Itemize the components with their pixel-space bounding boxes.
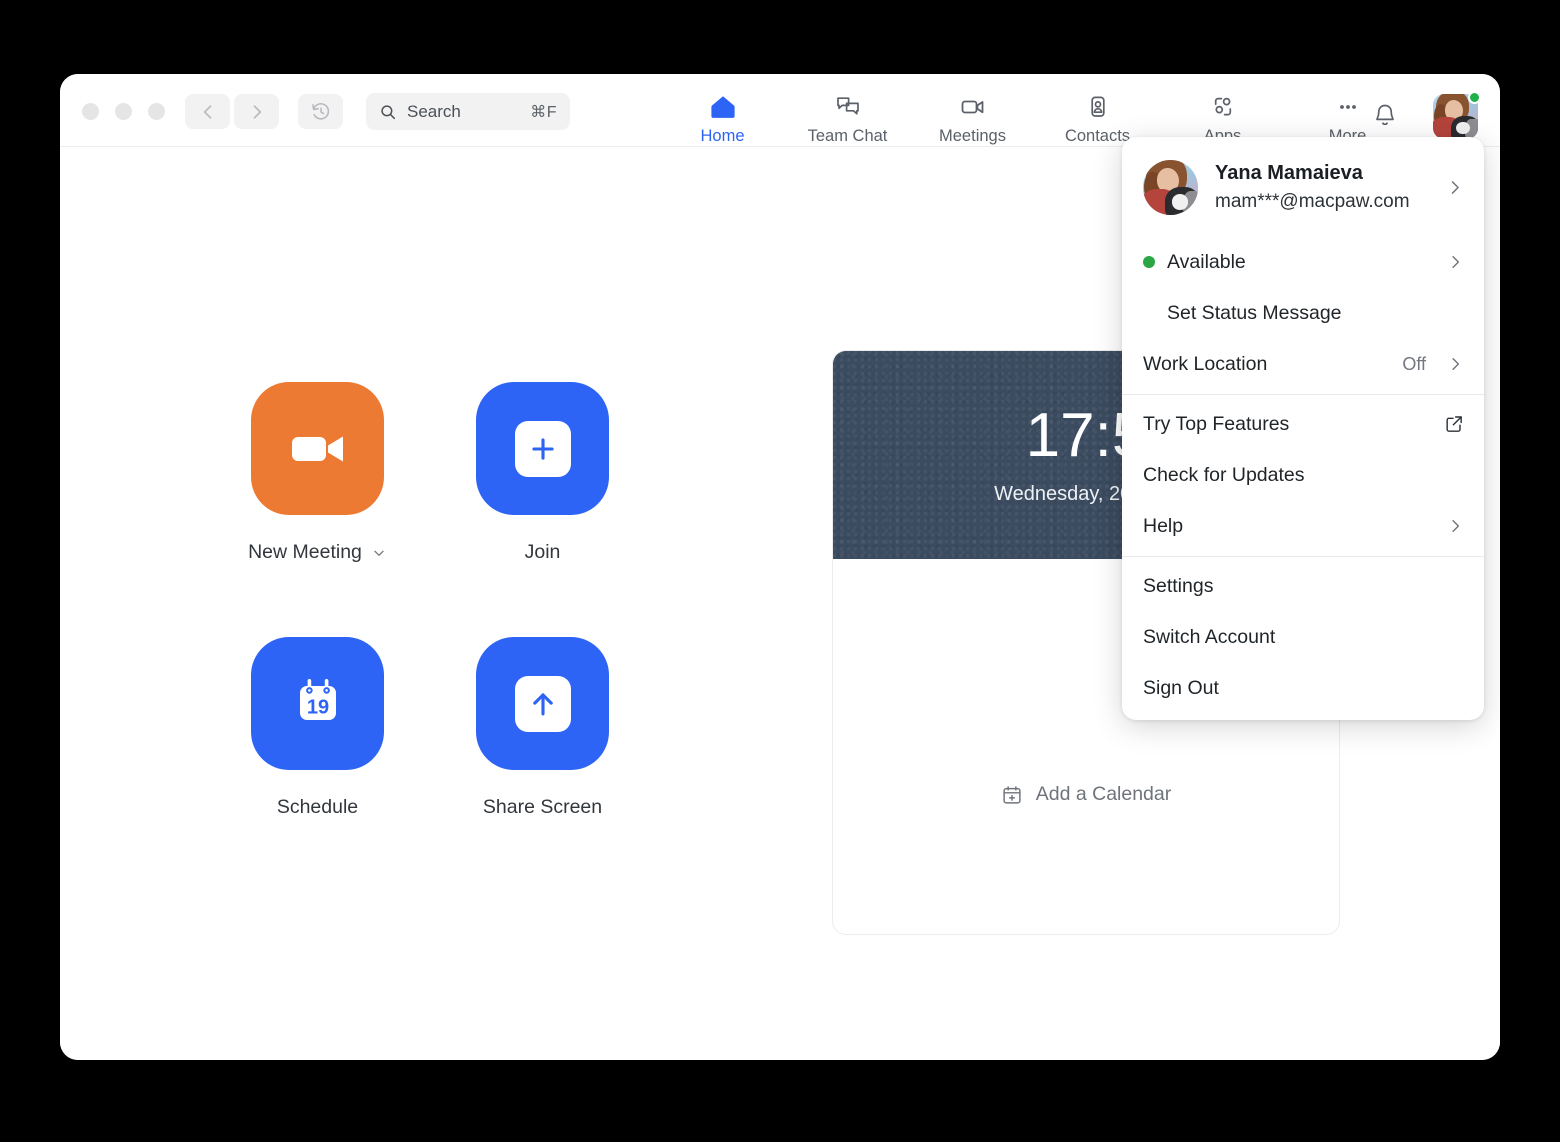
join-inner-square bbox=[514, 420, 571, 477]
share-screen-label: Share Screen bbox=[482, 796, 603, 818]
plus-icon bbox=[526, 432, 560, 466]
join-tile[interactable] bbox=[476, 382, 609, 515]
chevron-right-icon[interactable] bbox=[1446, 253, 1464, 271]
forward-button[interactable] bbox=[234, 94, 279, 129]
new-meeting-action[interactable]: New Meeting bbox=[205, 382, 430, 637]
menu-item-available[interactable]: Available bbox=[1122, 237, 1484, 288]
bell-icon bbox=[1370, 100, 1400, 132]
person-card-icon bbox=[1084, 92, 1112, 120]
search-placeholder: Search bbox=[407, 101, 461, 121]
back-button[interactable] bbox=[185, 94, 230, 129]
home-icon bbox=[709, 92, 737, 120]
external-link-icon bbox=[1444, 414, 1464, 434]
menu-item-set-status-message[interactable]: Set Status Message bbox=[1122, 288, 1484, 339]
menu-item-work-location-label: Work Location bbox=[1143, 352, 1268, 375]
menu-item-sign-out-label: Sign Out bbox=[1143, 676, 1219, 699]
search-icon bbox=[379, 103, 397, 121]
share-screen-action[interactable]: Share Screen bbox=[430, 637, 655, 892]
menu-item-check-for-updates[interactable]: Check for Updates bbox=[1122, 450, 1484, 501]
new-meeting-label: New Meeting bbox=[248, 541, 362, 563]
tab-meetings-label: Meetings bbox=[939, 127, 1006, 145]
work-location-value: Off bbox=[1402, 353, 1426, 374]
chevron-right-icon[interactable] bbox=[1446, 355, 1464, 373]
add-calendar-button[interactable]: Add a Calendar bbox=[833, 783, 1339, 806]
calendar-plus-icon bbox=[1001, 784, 1023, 806]
tab-team-chat[interactable]: Team Chat bbox=[785, 82, 910, 146]
menu-item-available-label: Available bbox=[1167, 250, 1246, 273]
menu-item-check-for-updates-label: Check for Updates bbox=[1143, 463, 1305, 486]
menu-divider bbox=[1122, 555, 1484, 557]
menu-item-set-status-message-label: Set Status Message bbox=[1167, 301, 1342, 324]
quick-actions-grid: New Meeting Join 19 Schedule Share Scree… bbox=[205, 382, 655, 892]
tab-meetings[interactable]: Meetings bbox=[910, 82, 1035, 146]
clock-rewind-icon bbox=[310, 101, 332, 123]
video-camera-icon bbox=[286, 426, 350, 472]
join-label-row: Join bbox=[525, 541, 561, 564]
share-screen-label-row: Share Screen bbox=[483, 796, 602, 819]
screen-root: Search ⌘F Home Team Chat Meetings Contac… bbox=[0, 0, 1560, 1142]
schedule-label-row: Schedule bbox=[277, 796, 358, 819]
chevron-right-icon bbox=[247, 102, 267, 122]
tab-contacts-label: Contacts bbox=[1064, 127, 1131, 145]
zoom-button[interactable] bbox=[148, 103, 165, 120]
menu-item-help-label: Help bbox=[1143, 514, 1184, 537]
minimize-button[interactable] bbox=[115, 103, 132, 120]
video-camera-icon bbox=[958, 92, 988, 120]
new-meeting-label-row: New Meeting bbox=[248, 541, 387, 564]
profile-avatar bbox=[1143, 160, 1198, 216]
add-calendar-label: Add a Calendar bbox=[1035, 783, 1172, 805]
status-dot-available bbox=[1143, 256, 1155, 268]
chevron-right-icon[interactable] bbox=[1446, 517, 1464, 535]
profile-email: mam***@macpaw.com bbox=[1215, 191, 1410, 212]
new-meeting-tile[interactable] bbox=[251, 382, 384, 515]
ellipsis-icon bbox=[1334, 92, 1362, 120]
notifications-button[interactable] bbox=[1370, 100, 1400, 132]
calendar-19-icon: 19 bbox=[287, 673, 349, 735]
chevron-right-icon[interactable] bbox=[1445, 178, 1464, 197]
zoom-app-window: Search ⌘F Home Team Chat Meetings Contac… bbox=[60, 74, 1500, 1060]
arrow-up-icon bbox=[526, 687, 560, 721]
menu-item-help[interactable]: Help bbox=[1122, 501, 1484, 552]
menu-item-sign-out[interactable]: Sign Out bbox=[1122, 663, 1484, 714]
menu-item-try-top-features-label: Try Top Features bbox=[1143, 412, 1290, 435]
menu-item-try-top-features[interactable]: Try Top Features bbox=[1122, 399, 1484, 450]
tab-home-label: Home bbox=[700, 127, 745, 145]
join-action[interactable]: Join bbox=[430, 382, 655, 637]
close-button[interactable] bbox=[82, 103, 99, 120]
profile-name: Yana Mamaieva bbox=[1215, 162, 1363, 184]
menu-item-work-location[interactable]: Work Location Off bbox=[1122, 339, 1484, 390]
profile-header[interactable]: Yana Mamaieva mam***@macpaw.com bbox=[1122, 137, 1484, 237]
profile-dropdown-menu: Yana Mamaieva mam***@macpaw.com Availabl… bbox=[1122, 137, 1484, 720]
menu-item-settings[interactable]: Settings bbox=[1122, 561, 1484, 612]
history-button[interactable] bbox=[298, 94, 343, 129]
schedule-label: Schedule bbox=[276, 796, 359, 818]
profile-identity: Yana Mamaieva mam***@macpaw.com bbox=[1215, 159, 1428, 217]
traffic-lights bbox=[82, 103, 165, 120]
menu-divider bbox=[1122, 393, 1484, 395]
profile-avatar-image bbox=[1143, 160, 1198, 216]
share-screen-tile[interactable] bbox=[476, 637, 609, 770]
chevron-down-icon[interactable] bbox=[371, 545, 387, 561]
join-label: Join bbox=[524, 541, 561, 563]
menu-item-switch-account[interactable]: Switch Account bbox=[1122, 612, 1484, 663]
calendar-day-number: 19 bbox=[306, 696, 328, 718]
tab-home[interactable]: Home bbox=[660, 82, 785, 146]
menu-item-switch-account-label: Switch Account bbox=[1143, 625, 1276, 648]
search-shortcut: ⌘F bbox=[530, 103, 557, 121]
menu-item-settings-label: Settings bbox=[1143, 574, 1214, 597]
apps-brackets-icon bbox=[1209, 92, 1237, 120]
avatar-status-dot bbox=[1468, 91, 1481, 104]
chat-bubbles-icon bbox=[834, 92, 862, 120]
share-screen-inner-square bbox=[514, 675, 571, 732]
chevron-left-icon bbox=[198, 102, 218, 122]
search-input[interactable]: Search ⌘F bbox=[366, 93, 570, 130]
tab-team-chat-label: Team Chat bbox=[807, 127, 888, 145]
schedule-tile[interactable]: 19 bbox=[251, 637, 384, 770]
schedule-action[interactable]: 19 Schedule bbox=[205, 637, 430, 892]
